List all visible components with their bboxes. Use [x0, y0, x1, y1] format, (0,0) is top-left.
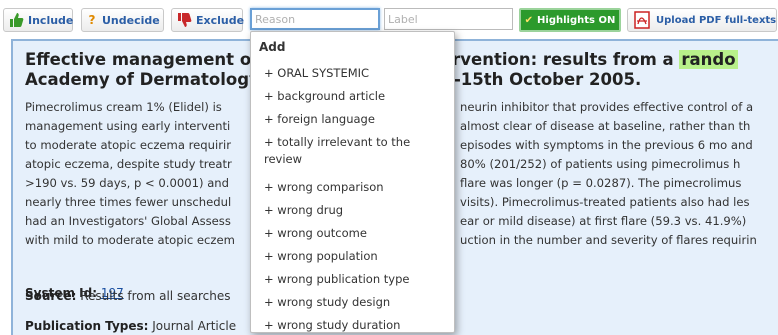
title-highlight: rando	[679, 50, 738, 69]
pdf-icon	[634, 11, 650, 29]
undecide-label: Undecide	[102, 13, 160, 27]
dropdown-item[interactable]: + ORAL SYSTEMIC	[264, 65, 449, 82]
publication-types-value: Journal Article	[152, 319, 237, 333]
dropdown-item[interactable]: + foreign language	[264, 111, 449, 128]
undecide-button[interactable]: ? Undecide	[81, 8, 164, 32]
dropdown-item[interactable]: + wrong study design	[264, 294, 449, 311]
dropdown-item[interactable]: + background article	[264, 88, 449, 105]
label-input[interactable]	[384, 8, 513, 30]
reason-input[interactable]	[250, 8, 380, 30]
exclude-button[interactable]: Exclude	[171, 8, 245, 32]
dropdown-item[interactable]: + totally irrelevant to the review	[264, 134, 449, 168]
dropdown-header: Add	[259, 40, 286, 54]
upload-pdf-button[interactable]: Upload PDF full-texts	[627, 8, 777, 32]
checkmark-icon: ✔	[524, 14, 534, 26]
reason-dropdown-menu: Add + ORAL SYSTEMIC + background article +…	[250, 31, 455, 333]
source-value: Results from all searches	[80, 289, 231, 303]
highlights-label: Highlights ON	[537, 14, 616, 26]
dropdown-item[interactable]: + wrong population	[264, 248, 449, 265]
highlights-toggle-button[interactable]: ✔ Highlights ON	[519, 8, 621, 32]
thumbs-up-icon	[8, 12, 24, 28]
question-mark-icon: ?	[88, 13, 96, 27]
dropdown-item[interactable]: + wrong comparison	[264, 179, 449, 196]
thumbs-down-icon	[176, 12, 192, 28]
source-row: Source: Results from all searches	[25, 289, 230, 303]
dropdown-item[interactable]: + wrong publication type	[264, 271, 449, 288]
publication-types-label: Publication Types:	[25, 319, 149, 333]
include-button[interactable]: Include	[3, 8, 73, 32]
publication-types-row: Publication Types: Journal Article	[25, 319, 236, 333]
upload-label: Upload PDF full-texts	[656, 14, 777, 26]
source-label: Source:	[25, 289, 77, 303]
exclude-label: Exclude	[196, 13, 245, 27]
dropdown-item[interactable]: + wrong drug	[264, 202, 449, 219]
dropdown-item[interactable]: + wrong study duration	[264, 317, 449, 334]
include-label: Include	[28, 13, 74, 27]
dropdown-item[interactable]: + wrong outcome	[264, 225, 449, 242]
